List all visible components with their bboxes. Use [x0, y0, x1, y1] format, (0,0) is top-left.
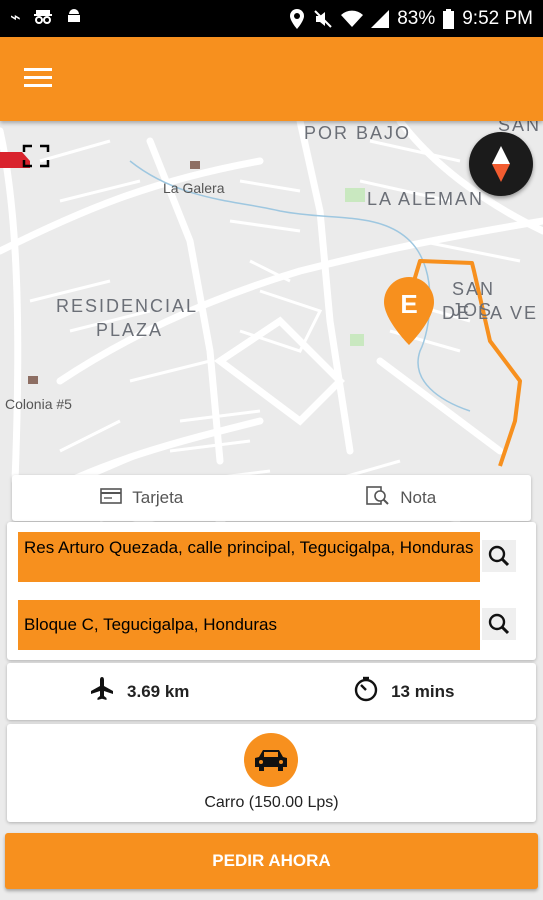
timer-icon [353, 676, 379, 707]
vehicle-label: Carro (150.00 Lps) [204, 794, 339, 811]
destination-row: Bloque C, Tegucigalpa, Honduras [18, 600, 526, 650]
car-icon[interactable] [244, 733, 298, 787]
hamburger-menu-icon[interactable] [20, 63, 64, 95]
app-bar [0, 37, 543, 121]
pin-letter: E [400, 289, 417, 319]
signal-icon [371, 9, 390, 28]
tab-nota[interactable]: Nota [272, 475, 532, 521]
pickup-address-field[interactable]: Res Arturo Quezada, calle principal, Teg… [18, 532, 480, 582]
battery-percent: 83% [397, 7, 436, 29]
destination-pin-icon[interactable]: E [382, 275, 436, 347]
tab-tarjeta-label: Tarjeta [132, 488, 184, 507]
address-panel: Res Arturo Quezada, calle principal, Teg… [7, 522, 536, 660]
battery-icon [443, 8, 455, 29]
distance-cell: 3.69 km [7, 663, 272, 720]
map-label-por-bajo: POR BAJO [304, 123, 412, 143]
destination-search-button[interactable] [482, 608, 516, 640]
duration-cell: 13 mins [272, 663, 537, 720]
usb-icon: ⌁ [10, 7, 21, 27]
trip-info-panel: 3.69 km 13 mins [7, 663, 536, 720]
tab-nota-label: Nota [400, 488, 437, 507]
map-label-la-aleman: LA ALEMAN [367, 189, 485, 209]
order-now-button[interactable]: PEDIR AHORA [5, 833, 538, 889]
map-label-plaza: PLAZA [96, 320, 164, 340]
map-label-residencial: RESIDENCIAL [56, 296, 199, 316]
map-label-colonia: Colonia #5 [5, 396, 72, 412]
destination-address-field[interactable]: Bloque C, Tegucigalpa, Honduras [18, 600, 480, 650]
search-icon [488, 545, 510, 567]
compass-icon[interactable] [469, 132, 533, 196]
search-icon [488, 613, 510, 635]
payment-note-tabs: Tarjeta Nota [12, 475, 531, 521]
airplane-icon [89, 676, 115, 707]
card-icon [100, 487, 123, 510]
distance-value: 3.69 km [127, 681, 190, 701]
map-label-de-la-ve: DE LA VE [442, 303, 539, 323]
map-label-la-galera: La Galera [163, 180, 225, 196]
note-search-icon [366, 485, 390, 512]
android-icon [65, 7, 83, 30]
incognito-icon [33, 7, 53, 30]
status-bar: ⌁ 83% 9:52 PM [0, 0, 543, 37]
location-icon [289, 8, 305, 29]
pickup-row: Res Arturo Quezada, calle principal, Teg… [18, 532, 526, 582]
clock: 9:52 PM [462, 7, 533, 29]
vehicle-panel: Carro (150.00 Lps) [7, 724, 536, 822]
duration-value: 13 mins [391, 681, 455, 701]
tab-tarjeta[interactable]: Tarjeta [12, 475, 272, 521]
wifi-icon [341, 10, 364, 28]
mute-icon [313, 9, 333, 29]
pickup-search-button[interactable] [482, 540, 516, 572]
